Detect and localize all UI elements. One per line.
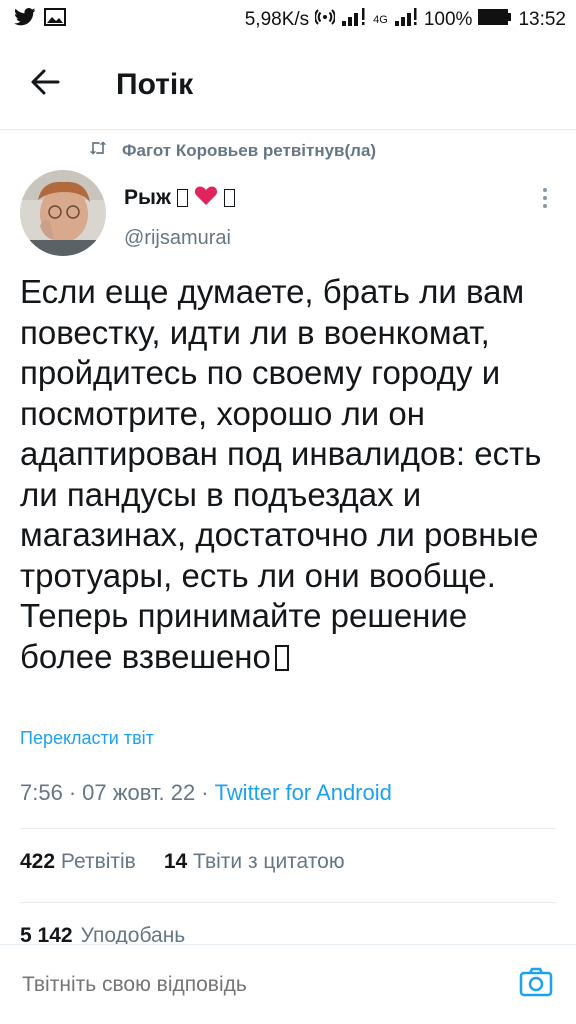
more-options-button[interactable] — [530, 185, 560, 215]
twitter-icon — [14, 8, 36, 32]
likes-stat[interactable]: 5 142 Уподобань — [20, 924, 185, 944]
back-button[interactable] — [0, 40, 90, 130]
divider — [20, 828, 556, 829]
avatar[interactable] — [20, 170, 106, 256]
camera-button[interactable] — [518, 967, 554, 1003]
image-icon — [44, 8, 66, 32]
reply-bar — [0, 944, 576, 1024]
author-name[interactable]: Рыж — [124, 184, 235, 212]
hotspot-icon — [314, 7, 337, 33]
meta-separator: · — [201, 780, 209, 805]
battery-icon — [478, 8, 512, 32]
retweet-icon — [88, 140, 108, 161]
missing-glyph-icon — [223, 189, 235, 207]
retweets-stat[interactable]: 422 Ретвітів — [20, 850, 136, 874]
likes-count: 5 142 — [20, 924, 73, 944]
network-type: 4G — [373, 14, 388, 26]
tweet-text-body: Если еще думаете, брать ли вам повестку,… — [20, 273, 542, 675]
missing-glyph-icon — [274, 644, 289, 671]
retweet-context-text: Фагот Коровьев ретвітнув(ла) — [122, 140, 377, 160]
status-bar: 5,98K/s 4G 100% 13:52 — [0, 0, 576, 40]
quotes-count: 14 — [163, 850, 188, 873]
camera-icon — [519, 967, 553, 1002]
tweet-stats: 422 Ретвітів 14 Твіти з цитатою — [20, 850, 345, 874]
translate-tweet-link[interactable]: Перекласти твіт — [20, 728, 154, 749]
quotes-stat[interactable]: 14 Твіти з цитатою — [164, 850, 345, 874]
reply-input[interactable] — [22, 972, 518, 997]
author-name-text: Рыж — [124, 186, 171, 209]
arrow-left-icon — [30, 69, 60, 100]
retweets-label: Ретвітів — [60, 850, 136, 873]
battery-percent: 100% — [423, 9, 473, 30]
tweet-meta: 7:56 · 07 жовт. 22 · Twitter for Android — [20, 780, 392, 806]
meta-separator: · — [68, 780, 77, 805]
author-handle[interactable]: @rijsamurai — [124, 227, 231, 250]
signal-icon-2 — [394, 8, 418, 32]
clock: 13:52 — [518, 9, 566, 30]
heart-icon — [194, 184, 218, 212]
retweets-count: 422 — [20, 850, 56, 873]
network-speed: 5,98K/s — [244, 9, 310, 30]
likes-label: Уподобань — [80, 924, 186, 944]
signal-icon — [341, 8, 367, 32]
top-app-bar: Потік — [0, 40, 576, 130]
tweet-text: Если еще думаете, брать ли вам повестку,… — [20, 272, 560, 677]
divider — [20, 902, 556, 903]
tweet-date: 07 жовт. 22 — [82, 780, 196, 805]
retweet-context[interactable]: Фагот Коровьев ретвітнув(ла) — [88, 140, 376, 161]
page-title: Потік — [116, 67, 194, 101]
missing-glyph-icon — [176, 189, 188, 207]
tweet-source-link[interactable]: Twitter for Android — [215, 780, 392, 806]
quotes-label: Твіти з цитатою — [193, 850, 345, 873]
more-vertical-icon — [542, 187, 548, 214]
tweet-time: 7:56 — [20, 780, 63, 805]
